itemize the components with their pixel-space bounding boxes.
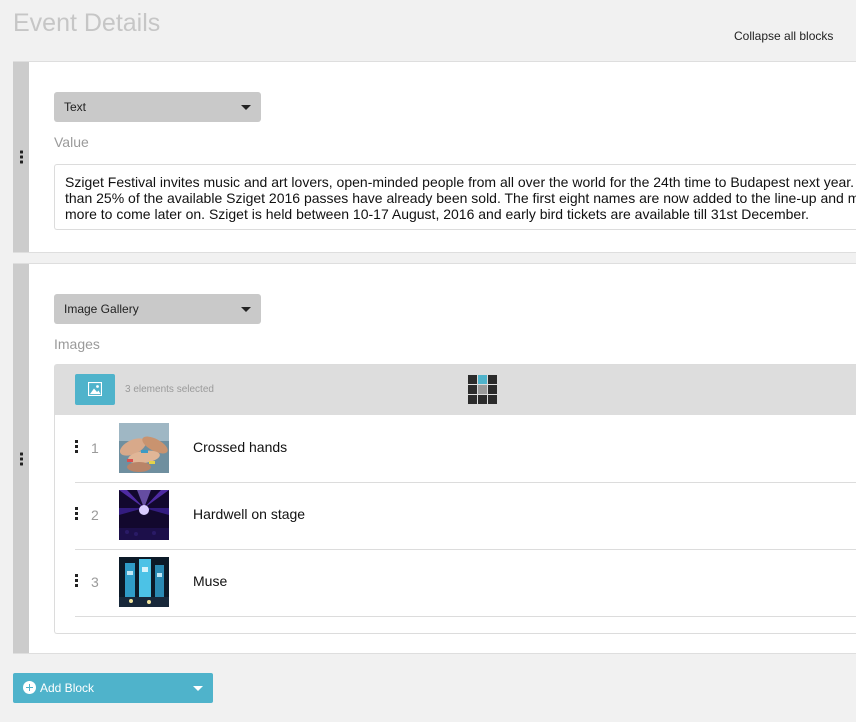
thumbnail-crossed-hands: [119, 423, 169, 473]
item-index: 2: [91, 507, 99, 523]
value-label: Value: [54, 134, 89, 150]
select-images-button[interactable]: [75, 374, 115, 405]
selected-count: 3 elements selected: [125, 384, 214, 395]
block-type-select[interactable]: Image Gallery: [54, 294, 261, 324]
item-drag-handle-icon[interactable]: [75, 574, 79, 588]
block-drag-handle[interactable]: [13, 264, 29, 653]
chevron-down-icon: [241, 307, 251, 312]
drag-dots-icon: [20, 452, 23, 465]
item-title: Muse: [193, 573, 228, 589]
item-title: Hardwell on stage: [193, 506, 306, 522]
block-type-value: Text: [64, 100, 87, 114]
item-drag-handle-icon[interactable]: [75, 440, 79, 454]
page-title: Event Details: [13, 9, 161, 37]
item-index: 1: [91, 440, 99, 456]
block-type-value: Image Gallery: [64, 302, 139, 316]
drag-dots-icon: [20, 150, 23, 164]
item-index: 3: [91, 574, 99, 590]
button-divider: [189, 673, 190, 703]
chevron-down-icon[interactable]: [193, 686, 203, 691]
image-icon: [88, 382, 102, 396]
gallery-item[interactable]: 3 Muse: [75, 549, 856, 617]
thumbnail-hardwell-on-stage: [119, 490, 169, 540]
gallery-block: Image Gallery Images 3 elements selected: [13, 263, 856, 654]
collapse-all-blocks-link[interactable]: Collapse all blocks: [734, 29, 833, 43]
text-block: Text Value Sziget Festival invites music…: [13, 61, 856, 253]
gallery-toolbar: 3 elements selected: [55, 365, 856, 415]
gallery-item[interactable]: 1 Crossed hands: [75, 415, 856, 483]
block-drag-handle[interactable]: [13, 62, 29, 252]
grid-view-icon[interactable]: [468, 375, 498, 405]
thumbnail-muse: [119, 557, 169, 607]
chevron-down-icon: [241, 105, 251, 110]
value-textarea[interactable]: Sziget Festival invites music and art lo…: [54, 164, 856, 230]
item-title: Crossed hands: [193, 439, 288, 455]
block-type-select[interactable]: Text: [54, 92, 261, 122]
images-label: Images: [54, 336, 100, 352]
plus-circle-icon: [23, 681, 36, 694]
image-gallery: 3 elements selected 1 Crossed hands 2 Ha…: [54, 364, 856, 634]
item-drag-handle-icon[interactable]: [75, 507, 79, 521]
gallery-item[interactable]: 2 Hardwell on stage: [75, 482, 856, 550]
add-block-button[interactable]: Add Block: [13, 673, 213, 703]
add-block-label: Add Block: [40, 681, 95, 695]
